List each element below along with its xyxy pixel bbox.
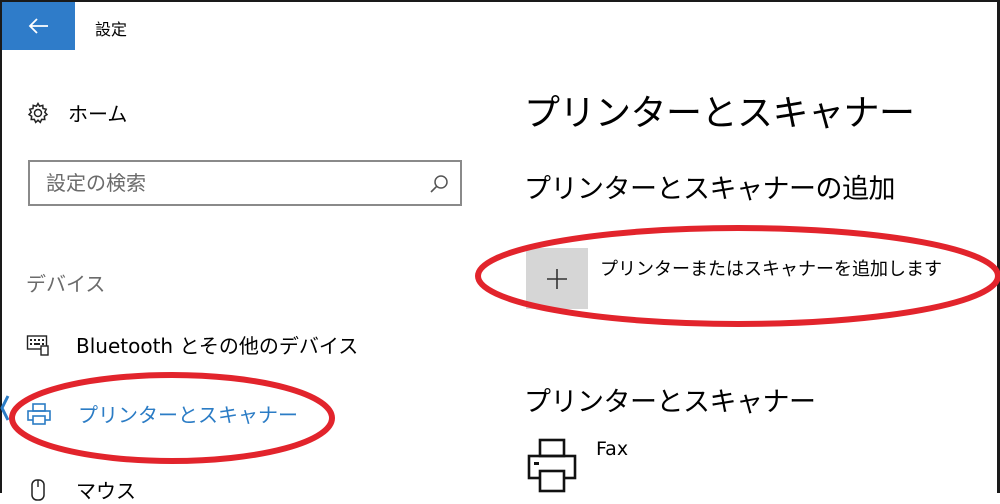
device-name-fax[interactable]: Fax: [596, 438, 628, 460]
sidebar-item-label: プリンターとスキャナー: [78, 403, 298, 427]
gear-icon: [27, 101, 49, 124]
add-section-heading: プリンターとスキャナーの追加: [524, 174, 896, 205]
home-label: ホーム: [68, 102, 128, 126]
back-arrow-icon: [28, 18, 48, 34]
sidebar-item-bluetooth[interactable]: Bluetooth とその他のデバイス: [26, 330, 358, 359]
section-label-devices: デバイス: [26, 272, 106, 296]
add-printer-button[interactable]: [526, 248, 588, 309]
search-icon[interactable]: [428, 173, 450, 195]
plus-icon: [547, 268, 567, 289]
sidebar-item-label: Bluetooth とその他のデバイス: [76, 334, 359, 358]
sidebar-item-printers-scanners[interactable]: プリンターとスキャナー: [26, 399, 298, 428]
search-box[interactable]: [28, 160, 462, 206]
mouse-icon: [31, 478, 45, 501]
printers-list-heading: プリンターとスキャナー: [524, 387, 816, 418]
page-title: プリンターとスキャナー: [524, 93, 915, 134]
fax-printer-icon[interactable]: [527, 437, 577, 493]
keyboard-icon: [26, 334, 49, 356]
printer-icon: [27, 402, 51, 425]
home-nav-item[interactable]: ホーム: [26, 98, 127, 127]
search-input[interactable]: [46, 170, 426, 196]
sidebar-item-label: マウス: [76, 479, 136, 503]
sidebar-item-mouse[interactable]: マウス: [26, 475, 136, 504]
window-title: 設定: [95, 20, 128, 39]
back-button[interactable]: [2, 2, 75, 50]
add-printer-label[interactable]: プリンターまたはスキャナーを追加します: [600, 255, 942, 281]
